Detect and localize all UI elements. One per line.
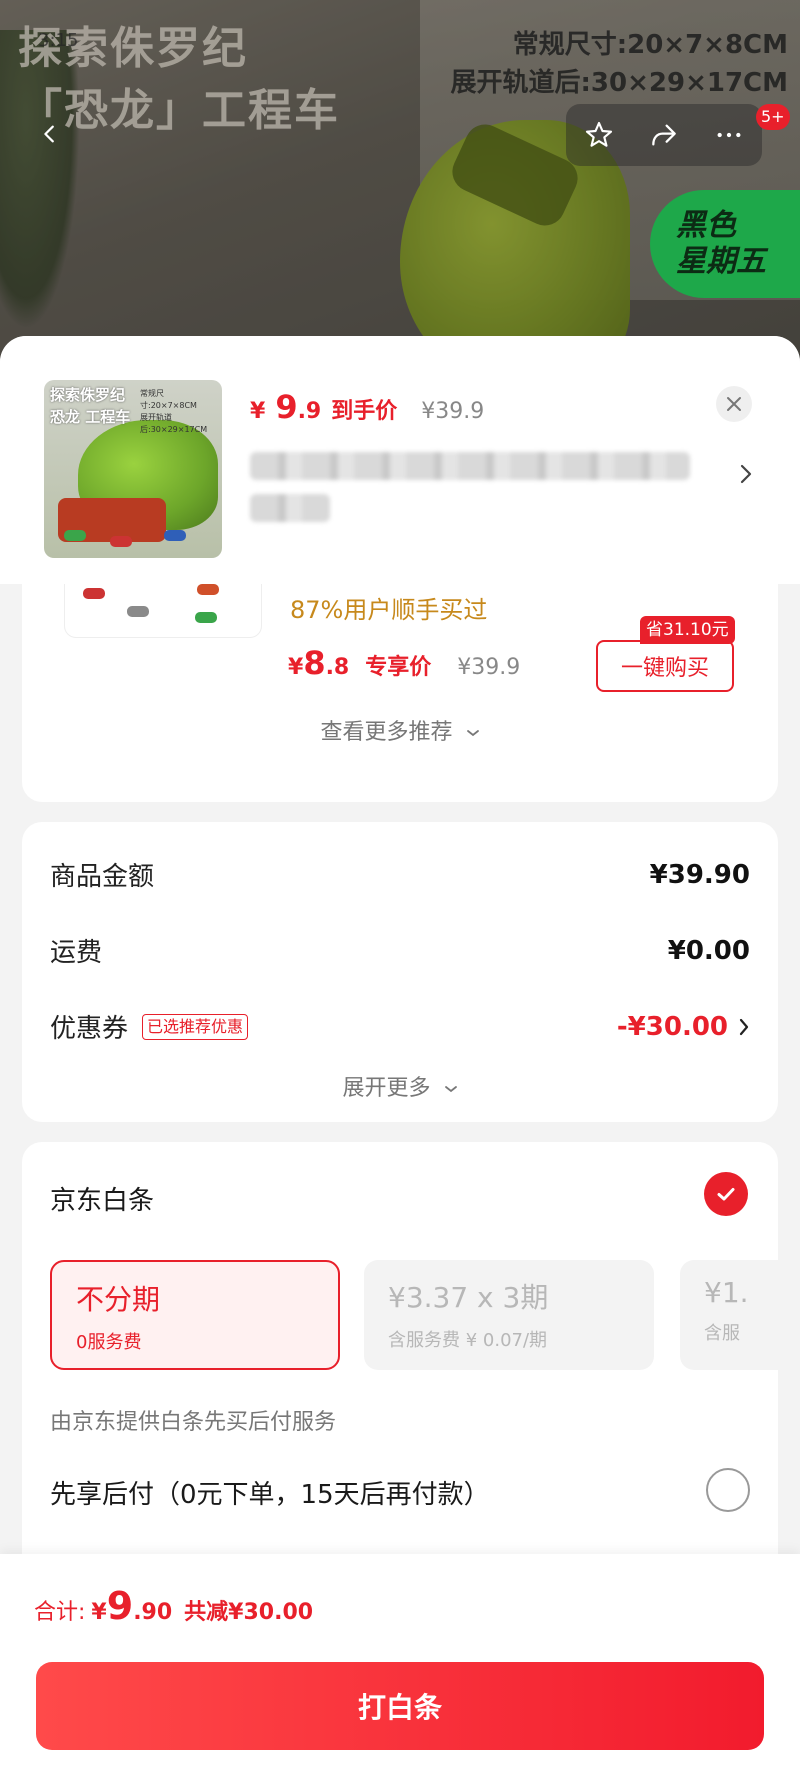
promo-badge-line-1: 黑色 xyxy=(676,208,736,243)
see-more-label: 查看更多推荐 xyxy=(320,720,453,745)
sheet-header: 探索侏罗纪 恐龙 工程车 常规尺寸:20×7×8CM 展开轨道后:30×29×1… xyxy=(0,336,800,584)
chevron-right-icon xyxy=(739,1018,749,1035)
thumb-title-line-1: 探索侏罗纪 xyxy=(50,386,126,404)
price-decimal: .9 xyxy=(297,399,322,424)
toy-car-red xyxy=(83,588,105,599)
expand-more-label: 展开更多 xyxy=(342,1076,431,1101)
black-friday-badge[interactable]: 黑色 星期五 xyxy=(650,190,800,298)
checkout-bottom-bar: 合计: ¥ 9 .90 共减¥30.00 打白条 xyxy=(0,1554,800,1777)
plan-main-label: ¥1. xyxy=(704,1276,749,1309)
thumb-car-blue xyxy=(164,530,186,541)
toy-car-green xyxy=(195,612,217,623)
total-label: 合计: xyxy=(34,1600,86,1625)
bnpl-radio[interactable] xyxy=(706,1468,750,1512)
plan-sub-label: 0服务费 xyxy=(76,1332,142,1353)
price-symbol: ¥ xyxy=(250,399,266,424)
see-more-recommendations[interactable]: 查看更多推荐 xyxy=(22,714,778,746)
summary-row-shipping: 运费 ¥0.00 xyxy=(50,932,750,969)
coupon-value: -¥30.00 xyxy=(616,1011,728,1042)
rec-price-symbol: ¥ xyxy=(288,655,304,680)
payment-provider-note: 由京东提供白条先买后付服务 xyxy=(50,1410,337,1435)
subtotal-label: 商品金额 xyxy=(50,862,155,892)
rec-price-integer: 8 xyxy=(303,644,326,682)
chevron-left-icon xyxy=(44,125,54,143)
original-price: ¥39.9 xyxy=(421,399,485,424)
top-action-group xyxy=(566,104,762,166)
checkmark-icon xyxy=(717,1188,735,1201)
savings-tag: 省31.10元 xyxy=(640,616,735,644)
product-thumbnail[interactable]: 探索侏罗纪 恐龙 工程车 常规尺寸:20×7×8CM 展开轨道后:30×29×1… xyxy=(44,380,222,558)
price-label: 到手价 xyxy=(331,399,398,424)
subtotal-value: ¥39.90 xyxy=(649,859,750,890)
address-line-1 xyxy=(250,452,690,480)
order-summary-card: 商品金额 ¥39.90 运费 ¥0.00 优惠券 已选推荐优惠 -¥30.00 … xyxy=(22,822,778,1122)
summary-row-coupon[interactable]: 优惠券 已选推荐优惠 -¥30.00 xyxy=(50,1008,750,1045)
payment-selected-checkbox[interactable] xyxy=(704,1172,748,1216)
installment-plan-3[interactable]: ¥3.37 x 3期 含服务费 ¥ 0.07/期 xyxy=(364,1260,654,1370)
shipping-label: 运费 xyxy=(50,938,103,968)
more-dots-icon xyxy=(717,132,741,138)
coupon-value-group: -¥30.00 xyxy=(617,1012,750,1042)
installment-plan-none[interactable]: 不分期 0服务费 xyxy=(50,1260,340,1370)
thumb-car-green xyxy=(64,530,86,541)
more-button[interactable] xyxy=(706,112,752,158)
delivery-address-blurred[interactable] xyxy=(250,452,710,536)
installment-plan-more[interactable]: ¥1. 含服 xyxy=(680,1260,778,1370)
close-button[interactable] xyxy=(716,386,752,422)
share-icon xyxy=(652,124,676,146)
recommendation-price: ¥ 8 .8 专享价 ¥39.9 xyxy=(288,644,520,682)
pay-with-baitiao-button[interactable]: 打白条 xyxy=(36,1662,764,1750)
plan-sub-label: 含服 xyxy=(704,1323,740,1344)
chevron-right-icon[interactable] xyxy=(736,460,756,488)
plan-sub-label: 含服务费 ¥ 0.07/期 xyxy=(388,1330,548,1351)
toy-car-grey xyxy=(127,606,149,617)
bnpl-option-label: 先享后付（0元下单，15天后再付款） xyxy=(50,1480,490,1510)
thumb-size: 常规尺寸:20×7×8CM 展开轨道后:30×29×17CM xyxy=(140,388,220,436)
toy-car-orange xyxy=(197,584,219,595)
thumb-title: 探索侏罗纪 恐龙 工程车 xyxy=(50,384,130,428)
total-symbol: ¥ xyxy=(91,1600,107,1625)
modal-dim-overlay[interactable] xyxy=(0,0,800,380)
coupon-label: 优惠券 xyxy=(50,1014,129,1044)
summary-row-subtotal: 商品金额 ¥39.90 xyxy=(50,856,750,893)
rec-price-label: 专享价 xyxy=(365,655,432,680)
thumb-title-line-2: 恐龙 工程车 xyxy=(50,408,131,426)
plan-main-label: 不分期 xyxy=(76,1283,161,1316)
total-decimal: .90 xyxy=(133,1600,173,1625)
coupon-status-tag: 已选推荐优惠 xyxy=(142,1013,249,1040)
order-total: 合计: ¥ 9 .90 共减¥30.00 xyxy=(34,1584,313,1628)
rec-original-price: ¥39.9 xyxy=(457,655,521,680)
thumb-size-line-2: 展开轨道后:30×29×17CM xyxy=(140,413,208,434)
shipping-value: ¥0.00 xyxy=(667,935,750,966)
favorite-button[interactable] xyxy=(576,112,622,158)
expand-more-button[interactable]: 展开更多 xyxy=(22,1070,778,1102)
total-saving: 共减¥30.00 xyxy=(184,1600,314,1625)
chevron-down-icon xyxy=(444,1086,457,1093)
close-icon xyxy=(727,397,741,411)
thumb-size-line-1: 常规尺寸:20×7×8CM xyxy=(140,389,197,410)
payment-method-title: 京东白条 xyxy=(50,1186,155,1216)
one-click-buy-button[interactable]: 一键购买 xyxy=(596,640,734,692)
plan-main-label: ¥3.37 x 3期 xyxy=(388,1281,549,1314)
final-price-row: ¥ 9 .9 到手价 ¥39.9 xyxy=(250,388,484,426)
thumb-car-red xyxy=(110,536,132,547)
rec-price-decimal: .8 xyxy=(325,655,350,680)
back-button[interactable] xyxy=(28,112,72,156)
promo-badge-line-2: 星期五 xyxy=(676,244,766,279)
chevron-down-icon xyxy=(466,730,479,737)
purchase-rate-note: 87%用户顺手买过 xyxy=(290,596,488,624)
price-integer: 9 xyxy=(275,388,298,426)
address-line-2 xyxy=(250,494,330,522)
total-integer: 9 xyxy=(106,1584,134,1628)
message-count-badge: 5+ xyxy=(756,104,790,130)
coupon-label-group: 优惠券 已选推荐优惠 xyxy=(50,1008,249,1045)
star-icon xyxy=(585,121,612,147)
share-button[interactable] xyxy=(641,112,687,158)
